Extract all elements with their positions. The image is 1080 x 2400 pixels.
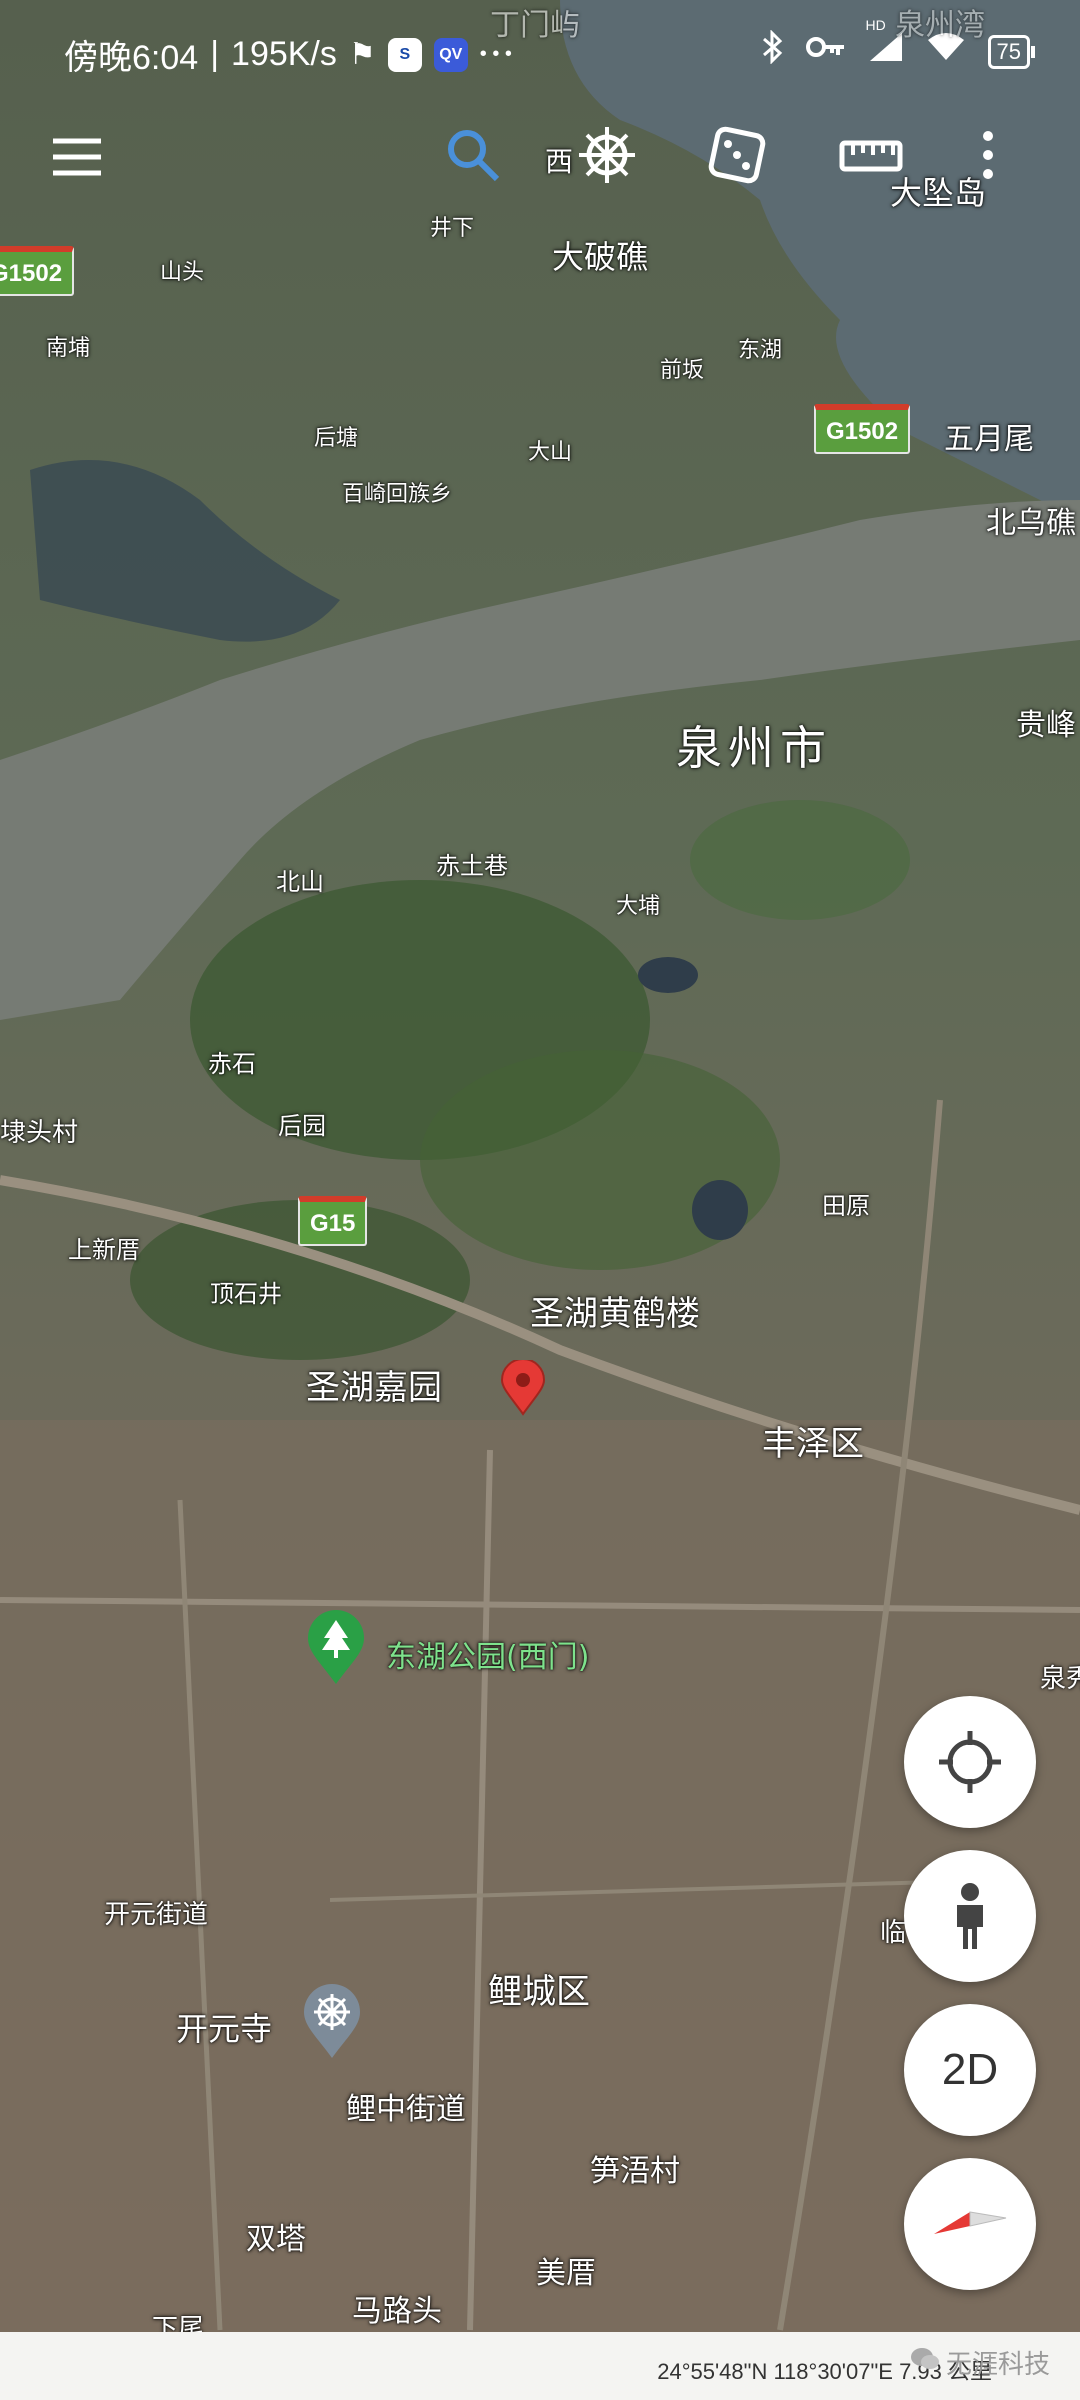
map-label[interactable]: 百崎回族乡: [342, 476, 452, 508]
menu-icon: [53, 138, 101, 176]
map-label[interactable]: 西: [545, 140, 573, 180]
map-label[interactable]: 前坂: [660, 352, 704, 384]
status-divider: |: [210, 35, 220, 73]
poi-label[interactable]: 开元寺: [176, 2004, 272, 2050]
map-label[interactable]: 大破礁: [552, 232, 648, 278]
map-label[interactable]: 顶石井: [210, 1274, 282, 1309]
map-label[interactable]: 泉秀: [1040, 1658, 1080, 1695]
compass-button[interactable]: [904, 2158, 1036, 2290]
crosshair-icon: [939, 1731, 1001, 1793]
menu-button[interactable]: [42, 122, 112, 192]
map-label[interactable]: 泉州湾: [895, 0, 985, 44]
map-label[interactable]: 南埔: [46, 330, 90, 362]
view-mode-label: 2D: [941, 2045, 999, 2094]
view-mode-toggle[interactable]: 2D: [904, 2004, 1036, 2136]
map-label[interactable]: 后塘: [314, 420, 358, 452]
dice-icon: [708, 126, 766, 184]
map-label[interactable]: 埭头村: [0, 1112, 78, 1149]
bottom-info-bar: 24°55'48"N 118°30'07"E 7.93 公里 无涯科技: [0, 2332, 1080, 2400]
flag-icon: ⚑: [348, 38, 376, 71]
status-left: 傍晚6:04 | 195K/s ⚑ S QV • • •: [64, 30, 512, 79]
map-label[interactable]: 大埔: [616, 888, 660, 920]
map-label[interactable]: 大山: [528, 434, 572, 466]
dharma-wheel-icon: [304, 1984, 360, 2058]
more-notifications: • • •: [479, 43, 512, 65]
map-label[interactable]: 贵峰: [1016, 700, 1076, 744]
map-label[interactable]: 赤土巷: [436, 846, 508, 881]
map-label[interactable]: 开元街道: [104, 1894, 208, 1931]
bluetooth-icon: [760, 29, 784, 73]
map-label[interactable]: 北山: [276, 862, 324, 897]
compass-icon: [934, 2211, 1007, 2234]
map-label[interactable]: 后园: [278, 1106, 326, 1141]
map-label[interactable]: 五月尾: [944, 414, 1034, 458]
map-label[interactable]: 东湖: [738, 332, 782, 364]
tree-icon: [308, 1610, 364, 1684]
map-label[interactable]: 大坠岛: [890, 168, 986, 214]
map-label[interactable]: 双塔: [246, 2214, 306, 2258]
highway-shield[interactable]: G1502: [0, 246, 75, 296]
temple-pin[interactable]: [302, 1982, 362, 2064]
map-label[interactable]: 赤石: [208, 1044, 256, 1079]
park-pin[interactable]: [306, 1608, 366, 1690]
wechat-icon: [910, 2346, 940, 2379]
map-label[interactable]: 丁门屿: [490, 0, 580, 44]
search-icon: [448, 130, 500, 182]
map-label[interactable]: 笋浯村: [590, 2146, 680, 2190]
person-icon: [957, 1883, 983, 1949]
map-pin-icon: [500, 1358, 546, 1416]
watermark-text: 无涯科技: [945, 2350, 1050, 2380]
map-label[interactable]: 鲤中街道: [346, 2084, 466, 2128]
voyager-button[interactable]: [572, 120, 642, 190]
app-notification-icon-2: QV: [433, 37, 468, 72]
watermark: 无涯科技: [910, 2344, 1050, 2381]
network-speed: 195K/s: [231, 35, 337, 73]
district-label[interactable]: 丰泽区: [762, 1416, 864, 1465]
city-label-quanzhou[interactable]: 泉州市: [676, 712, 832, 778]
selected-location-pin[interactable]: [500, 1358, 546, 1420]
poi-label[interactable]: 圣湖黄鹤楼: [530, 1286, 700, 1335]
map-label[interactable]: 马路头: [352, 2286, 442, 2330]
app-notification-icon: S: [387, 37, 422, 72]
ship-wheel-icon: [579, 127, 635, 183]
street-view-button[interactable]: [904, 1850, 1036, 1982]
map-label[interactable]: 田原: [822, 1186, 870, 1221]
key-icon: [805, 32, 846, 71]
battery-indicator: 75: [987, 34, 1036, 69]
poi-label[interactable]: 圣湖嘉园: [306, 1360, 442, 1409]
highway-shield[interactable]: G1502: [814, 404, 911, 454]
district-label[interactable]: 鲤城区: [488, 1964, 590, 2013]
map-label[interactable]: 上新厝: [68, 1230, 140, 1265]
highway-shield[interactable]: G15: [298, 1196, 368, 1246]
park-label[interactable]: 东湖公园(西门): [386, 1632, 589, 1676]
map-label[interactable]: 北乌礁: [986, 498, 1076, 542]
status-time: 傍晚6:04: [64, 39, 199, 77]
map-label[interactable]: 临: [880, 1912, 906, 1949]
search-button[interactable]: [438, 120, 508, 190]
network-type: HD: [865, 17, 886, 33]
map-label[interactable]: 山头: [160, 254, 204, 286]
my-location-button[interactable]: [904, 1696, 1036, 1828]
map-label[interactable]: 井下: [430, 210, 474, 242]
feeling-lucky-button[interactable]: [702, 120, 772, 190]
map-label[interactable]: 美厝: [536, 2248, 596, 2292]
